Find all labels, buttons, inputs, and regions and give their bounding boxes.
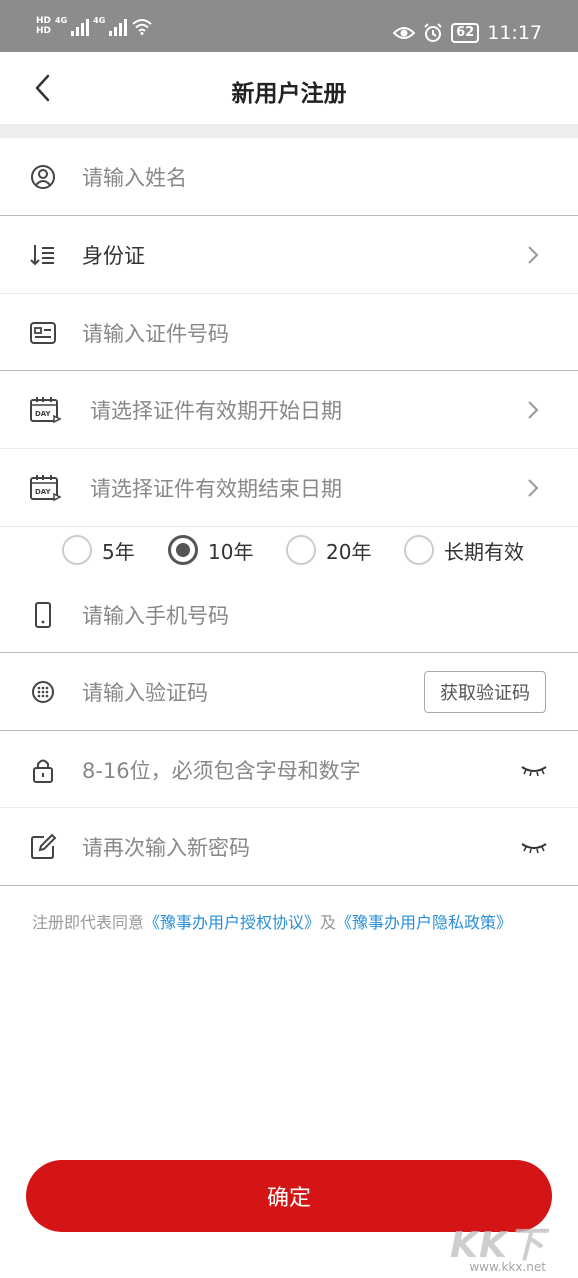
- clock: 11:17: [487, 22, 542, 44]
- calendar-day-icon: DAY: [30, 396, 62, 423]
- phone-icon: [35, 601, 51, 628]
- radio-10-years[interactable]: 10年: [168, 535, 253, 565]
- section-gap: [0, 124, 578, 138]
- agreement-text: 注册即代表同意《豫事办用户授权协议》及《豫事办用户隐私政策》: [32, 909, 512, 933]
- page-title: 新用户注册: [231, 81, 347, 107]
- sort-list-icon: [30, 244, 54, 265]
- radio-circle: [286, 535, 316, 565]
- hd-label-1: HD: [36, 16, 52, 26]
- id-card-icon: [30, 321, 56, 344]
- id-type-value: 身份证: [82, 243, 145, 268]
- start-date-row[interactable]: DAY 请选择证件有效期开始日期: [0, 371, 578, 448]
- eye-closed-icon[interactable]: [520, 764, 548, 776]
- radio-label: 20年: [326, 539, 372, 564]
- radio-20-years[interactable]: 20年: [286, 535, 371, 565]
- phone-input[interactable]: 请输入手机号码: [82, 600, 229, 630]
- radio-circle: [62, 535, 92, 565]
- calendar-day-icon: DAY: [30, 474, 62, 501]
- phone-row[interactable]: 请输入手机号码: [0, 576, 578, 653]
- confirm-password-row: 请再次输入新密码: [0, 808, 578, 885]
- alarm-icon: [424, 23, 442, 42]
- radio-label: 长期有效: [444, 539, 524, 564]
- end-date-row[interactable]: DAY 请选择证件有效期结束日期: [0, 449, 578, 526]
- network-label-1: 4G: [55, 16, 68, 25]
- confirm-password-input[interactable]: 请再次输入新密码: [82, 832, 250, 862]
- signal-icon-2: [109, 16, 128, 36]
- nav-bar: 新用户注册: [0, 52, 578, 124]
- svg-text:DAY: DAY: [35, 410, 52, 418]
- lock-icon: [33, 759, 53, 783]
- radio-label: 5年: [102, 539, 135, 564]
- wifi-icon: [132, 19, 152, 35]
- edit-icon: [31, 833, 57, 859]
- user-icon: [31, 164, 55, 189]
- code-row: 请输入验证码 获取验证码: [0, 653, 578, 730]
- eye-closed-icon[interactable]: [520, 841, 548, 853]
- id-number-input[interactable]: 请输入证件号码: [82, 318, 229, 348]
- status-right: 62 11:17: [393, 22, 542, 44]
- divider: [0, 885, 578, 886]
- verification-code-input[interactable]: 请输入验证码: [82, 677, 208, 707]
- radio-5-years[interactable]: 5年: [62, 535, 135, 565]
- network-label-2: 4G: [93, 16, 106, 25]
- watermark: KK下载 www.kkx.net: [450, 1216, 570, 1278]
- eye-icon: [393, 27, 416, 39]
- chevron-right-icon: [528, 478, 539, 497]
- radio-label: 10年: [208, 539, 254, 564]
- privacy-policy-link[interactable]: 《豫事办用户隐私政策》: [336, 913, 512, 932]
- agreement-conjunction: 及: [320, 913, 337, 932]
- radio-circle: [404, 535, 434, 565]
- status-bar: HD HD 4G 4G 62 11:17: [0, 0, 578, 52]
- start-date-placeholder: 请选择证件有效期开始日期: [90, 398, 342, 423]
- hd-label-2: HD: [36, 26, 52, 36]
- radio-circle-selected: [168, 535, 198, 565]
- chevron-right-icon: [528, 400, 539, 419]
- svg-text:DAY: DAY: [35, 488, 52, 496]
- name-input[interactable]: 请输入姓名: [82, 162, 187, 192]
- radio-long-term[interactable]: 长期有效: [404, 535, 524, 565]
- password-input[interactable]: 8-16位，必须包含字母和数字: [82, 755, 361, 785]
- agreement-prefix: 注册即代表同意: [32, 913, 145, 932]
- keypad-icon: [32, 680, 54, 703]
- chevron-right-icon: [528, 245, 539, 264]
- validity-radio-group: 5年 10年 20年 长期有效: [0, 527, 578, 577]
- end-date-placeholder: 请选择证件有效期结束日期: [90, 476, 342, 501]
- battery-indicator: 62: [451, 23, 480, 43]
- id-number-row[interactable]: 请输入证件号码: [0, 294, 578, 371]
- watermark-url: www.kkx.net: [469, 1260, 546, 1274]
- signal-icon: [71, 16, 90, 36]
- name-row[interactable]: 请输入姓名: [0, 138, 578, 215]
- user-agreement-link[interactable]: 《豫事办用户授权协议》: [144, 913, 320, 932]
- hd-indicators: HD HD: [36, 16, 51, 36]
- password-row: 8-16位，必须包含字母和数字: [0, 731, 578, 808]
- get-code-button[interactable]: 获取验证码: [424, 670, 546, 713]
- status-left: HD HD 4G 4G: [36, 16, 153, 36]
- id-type-row[interactable]: 身份证: [0, 216, 578, 293]
